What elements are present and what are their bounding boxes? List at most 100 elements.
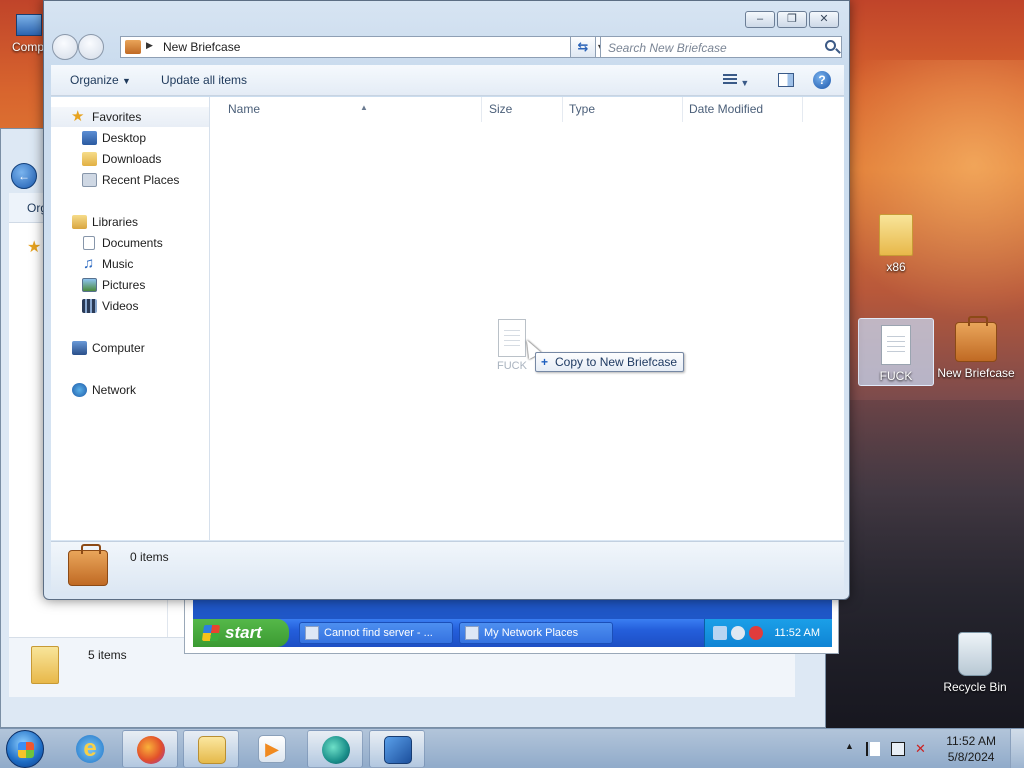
action-center-flag-icon[interactable] — [866, 742, 880, 756]
desktop-icon-partial[interactable]: Comp — [0, 14, 44, 54]
folder-icon — [198, 736, 226, 764]
xp-start-label: start — [225, 623, 262, 642]
xp-start-button[interactable]: start — [193, 619, 289, 647]
taskbar-firefox[interactable] — [122, 730, 178, 768]
back-button[interactable] — [52, 34, 78, 60]
xp-clock: 11:52 AM — [774, 627, 820, 639]
command-bar: Organize ▼ Update all items ▼ ? — [51, 65, 844, 96]
network-places-icon — [465, 626, 479, 640]
show-desktop-button[interactable] — [1010, 729, 1024, 768]
nav-label: Libraries — [92, 215, 139, 229]
nav-computer[interactable]: Computer — [51, 338, 209, 358]
clock[interactable]: 11:52 AM 5/8/2024 — [946, 733, 996, 765]
xp-tray: 11:52 AM — [704, 619, 832, 647]
maximize-icon: ❐ — [787, 13, 797, 25]
preview-pane-button[interactable] — [778, 73, 794, 87]
briefcase-icon — [68, 544, 108, 586]
desktop-icon-fuck[interactable]: FUCK — [858, 318, 934, 386]
windows-flag-icon — [201, 625, 221, 641]
nav-pictures[interactable]: Pictures — [51, 275, 209, 295]
nav-label: Downloads — [102, 152, 162, 166]
nav-label: Pictures — [102, 278, 146, 292]
column-header-type[interactable]: Type — [563, 97, 683, 122]
taskbar-remote-app[interactable] — [307, 730, 363, 768]
desktop-icon-recycle-bin[interactable]: Recycle Bin — [937, 632, 1013, 694]
nav-desktop[interactable]: Desktop — [51, 128, 209, 148]
desktop-icon-label: New Briefcase — [937, 366, 1015, 380]
nav-videos[interactable]: Videos — [51, 296, 209, 316]
desktop-icon-label: Comp — [12, 40, 45, 54]
change-view-button[interactable]: ▼ — [723, 74, 749, 89]
organize-menu[interactable]: Organize ▼ — [70, 73, 131, 87]
nav-recent-places[interactable]: Recent Places — [51, 170, 209, 190]
nav-favorites[interactable]: ★ Favorites — [51, 107, 209, 127]
update-all-button[interactable]: Update all items — [161, 73, 247, 87]
taskbar-explorer[interactable] — [183, 730, 239, 768]
desktop-icon-label: Recycle Bin — [943, 680, 1007, 694]
xp-task-network[interactable]: My Network Places — [459, 622, 613, 644]
nav-music[interactable]: ♫ Music — [51, 254, 209, 274]
address-bar[interactable]: ▶ New Briefcase ▼ — [120, 36, 610, 58]
search-icon[interactable] — [825, 40, 836, 51]
close-button[interactable]: ✕ — [809, 11, 839, 28]
show-hidden-icons-icon[interactable]: ▲ — [845, 741, 854, 751]
music-icon: ♫ — [83, 255, 95, 272]
status-count: 5 items — [88, 648, 127, 662]
browser-window-icon — [305, 626, 319, 640]
nav-label: Recent Places — [102, 173, 180, 187]
forward-button[interactable] — [78, 34, 104, 60]
document-icon — [498, 319, 526, 357]
details-pane: 0 items — [51, 541, 844, 593]
xp-taskbar: start Cannot find server - ... My Networ… — [193, 619, 832, 647]
search-input[interactable]: Search New Briefcase — [600, 36, 842, 58]
clock-time: 11:52 AM — [946, 734, 996, 748]
help-button[interactable]: ? — [813, 71, 831, 89]
nav-label: Desktop — [102, 131, 147, 145]
alert-icon — [749, 626, 763, 640]
wallpaper-glow — [820, 60, 1024, 320]
desktop-icon-new-briefcase[interactable]: New Briefcase — [934, 316, 1018, 380]
computer-icon — [72, 341, 87, 355]
desktop-icon-x86[interactable]: x86 — [858, 214, 934, 274]
nav-downloads[interactable]: Downloads — [51, 149, 209, 169]
refresh-button[interactable]: ⇆ — [570, 36, 596, 58]
nav-label: Favorites — [92, 110, 142, 124]
taskbar-media-player[interactable]: ▶ — [244, 730, 300, 768]
item-count: 0 items — [130, 550, 169, 564]
security-shield-icon — [731, 626, 745, 640]
desktop-icon — [82, 131, 97, 145]
maximize-button[interactable]: ❐ — [777, 11, 807, 28]
nav-libraries[interactable]: Libraries — [51, 212, 209, 232]
nav-network[interactable]: Network — [51, 380, 209, 400]
organize-label: Organize — [70, 73, 119, 87]
star-icon: ★ — [71, 108, 85, 125]
nav-documents[interactable]: Documents — [51, 233, 209, 253]
drag-ghost-label: FUCK — [497, 360, 527, 372]
search-placeholder: Search New Briefcase — [608, 41, 727, 55]
taskbar-ie[interactable]: e — [62, 730, 118, 768]
taskbar: e ▶ ▲ ✕ 11:52 AM 5/8/2024 — [0, 728, 1024, 768]
videos-icon — [82, 299, 97, 313]
desktop-icon-label: FUCK — [879, 369, 913, 383]
network-status-icon[interactable] — [891, 742, 905, 756]
chevron-right-icon[interactable]: ▶ — [146, 40, 153, 51]
column-header-size[interactable]: Size — [483, 97, 563, 122]
network-icon — [72, 383, 87, 397]
taskbar-remote-desktop[interactable] — [369, 730, 425, 768]
start-orb[interactable] — [6, 730, 44, 768]
breadcrumb[interactable]: New Briefcase — [163, 40, 240, 54]
computer-icon — [16, 14, 42, 36]
volume-muted-icon[interactable]: ✕ — [915, 742, 929, 756]
xp-task-browser[interactable]: Cannot find server - ... — [299, 622, 453, 644]
minimize-button[interactable]: – — [745, 11, 775, 28]
folder-icon — [31, 646, 59, 684]
column-header-date-modified[interactable]: Date Modified — [683, 97, 803, 122]
briefcase-explorer-window[interactable]: – ❐ ✕ ▶ New Briefcase ▼ ⇆ Search New Bri… — [43, 0, 850, 600]
media-player-icon: ▶ — [258, 735, 286, 763]
desktop-icon-label: x86 — [886, 260, 906, 274]
folder-icon — [879, 214, 913, 256]
downloads-folder-icon — [82, 152, 97, 166]
back-arrow-icon[interactable]: ← — [11, 163, 37, 189]
recent-places-icon — [82, 173, 97, 187]
column-header-name[interactable]: Name ▲ — [222, 97, 482, 122]
